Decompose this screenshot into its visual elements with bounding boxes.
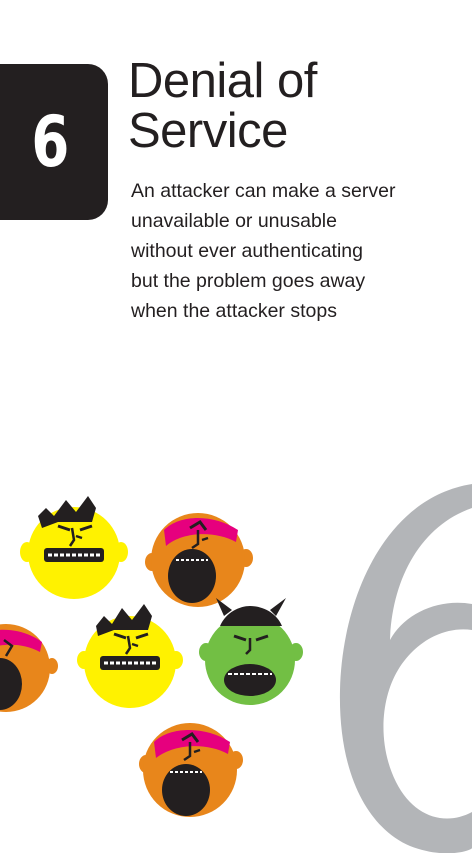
orange-pirate-icon xyxy=(139,723,243,817)
yellow-monster-icon xyxy=(20,496,128,599)
green-viking-icon xyxy=(199,598,303,705)
orange-pirate-icon xyxy=(0,624,58,712)
yellow-monster-icon xyxy=(77,604,183,708)
monster-illustration xyxy=(0,496,303,817)
orange-pirate-icon xyxy=(145,513,253,607)
